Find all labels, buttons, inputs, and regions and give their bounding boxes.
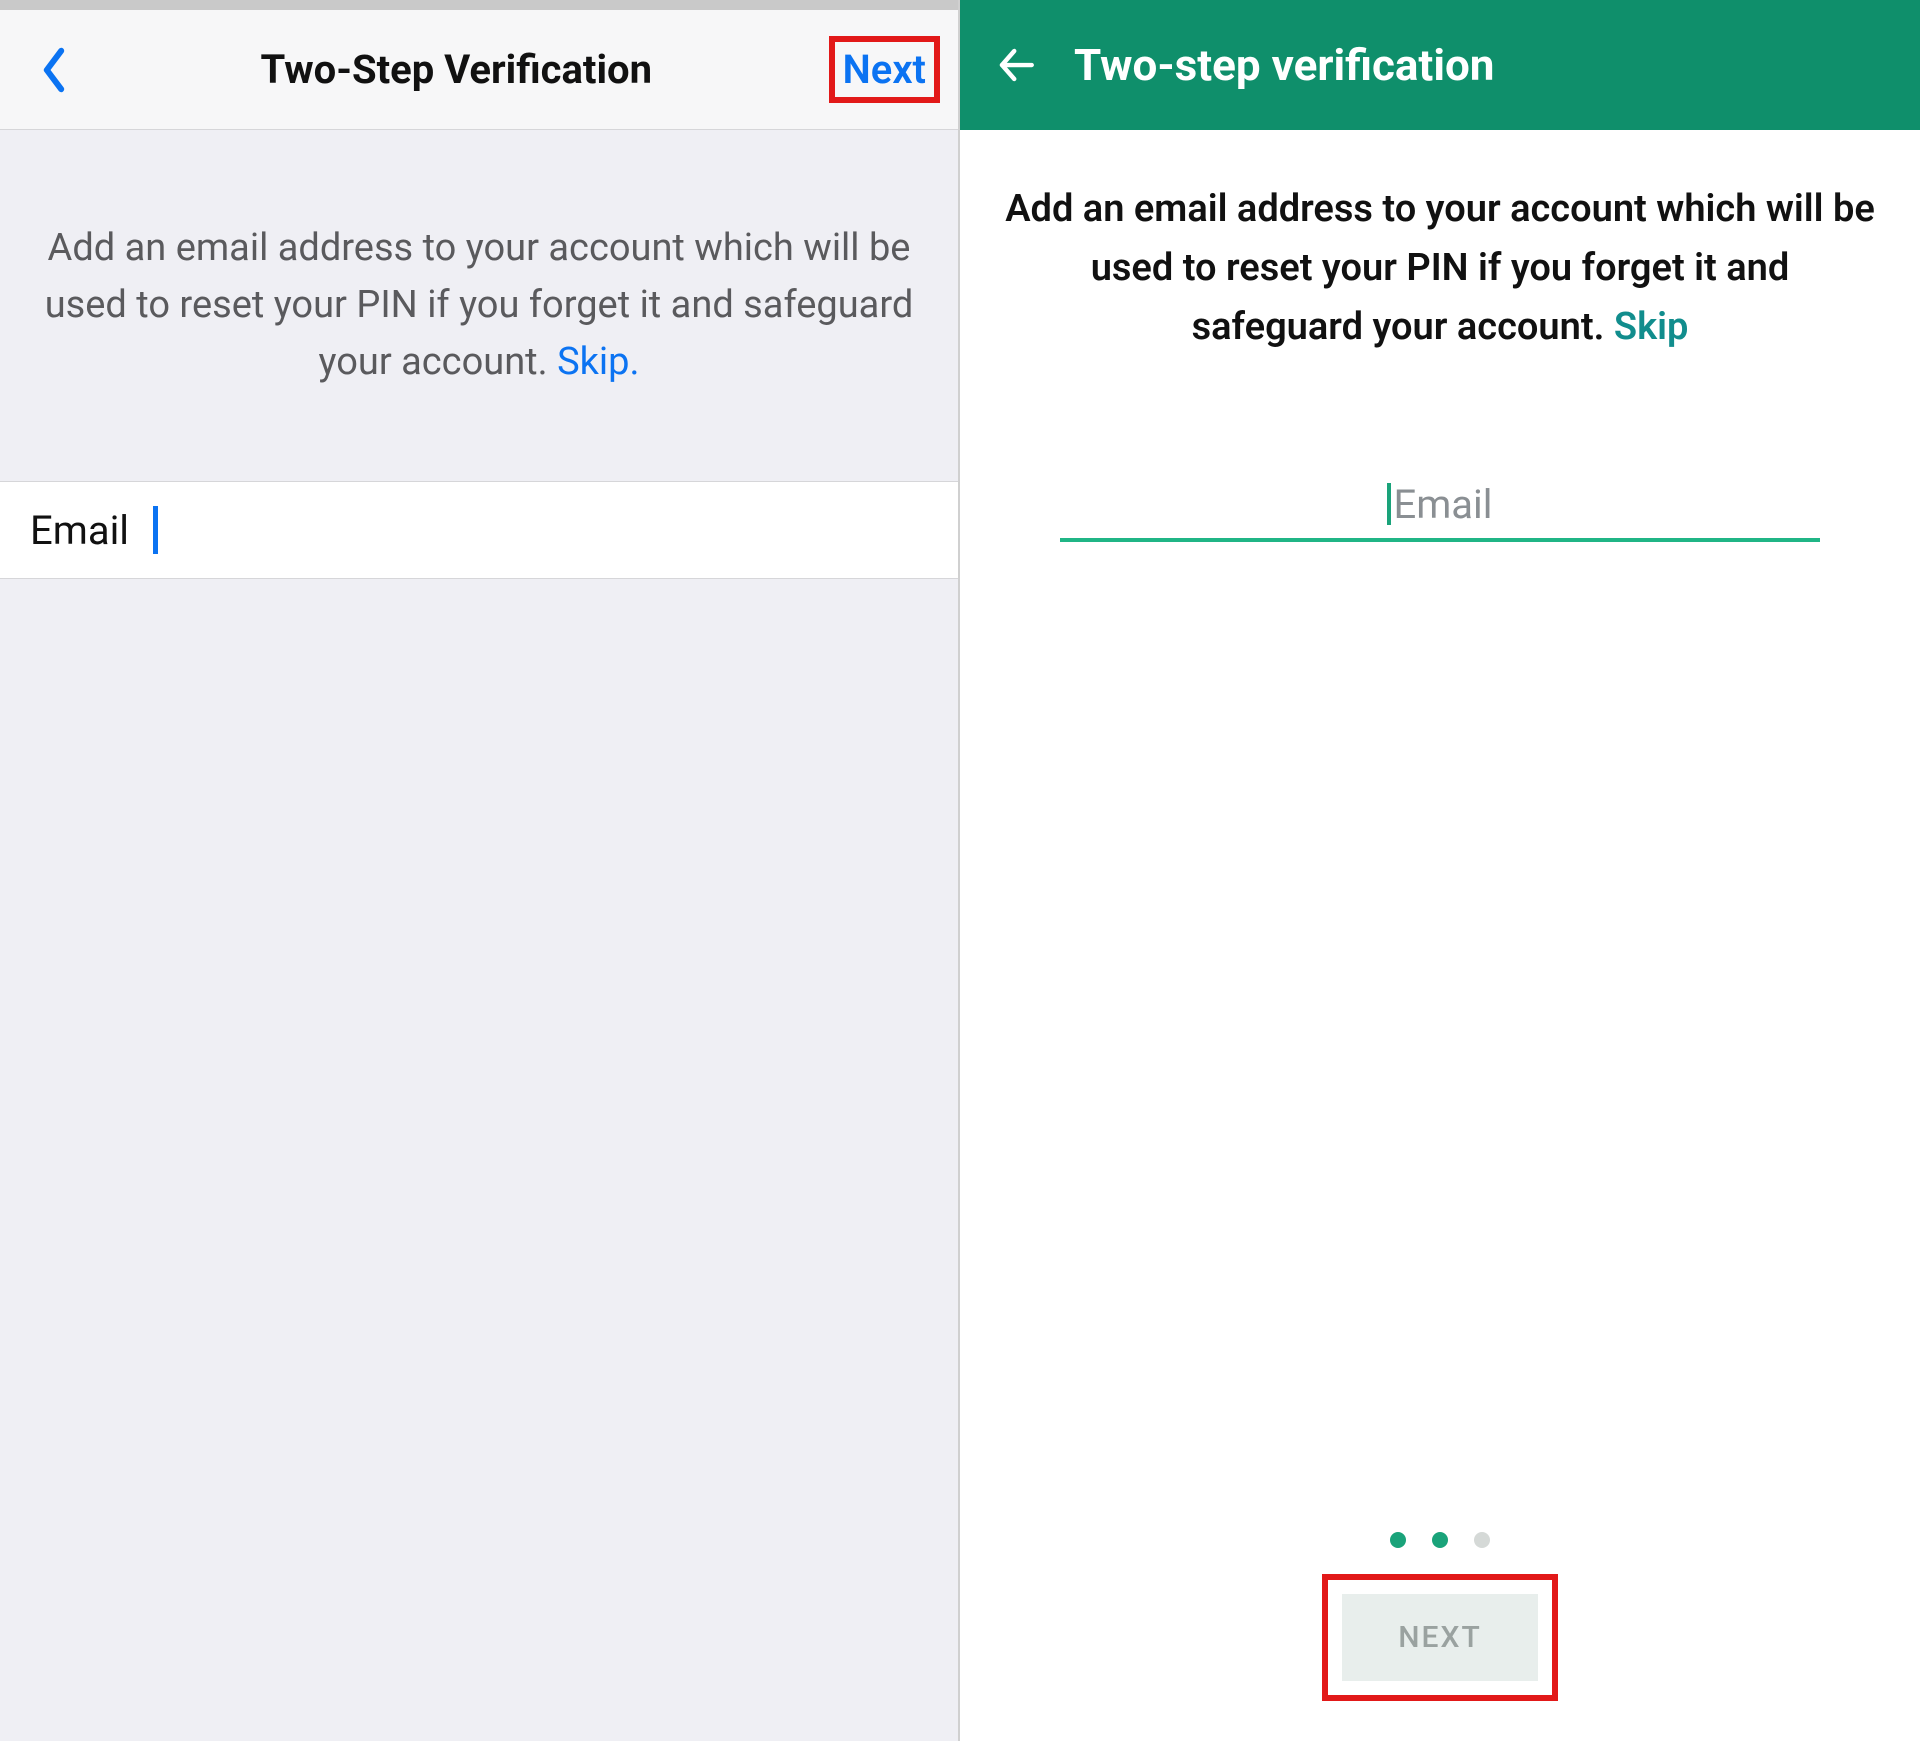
- page-title: Two-step verification: [1074, 39, 1494, 91]
- email-field[interactable]: Email: [1060, 477, 1820, 542]
- chevron-left-icon: [37, 46, 71, 94]
- text-cursor-icon: [153, 506, 158, 554]
- android-body: Add an email address to your account whi…: [960, 130, 1920, 1741]
- ios-screen: Two-Step Verification Next Add an email …: [0, 0, 960, 1741]
- android-app-bar: Two-step verification: [960, 0, 1920, 130]
- pager-dot: [1390, 1532, 1406, 1548]
- back-button[interactable]: [24, 40, 84, 100]
- description-text: Add an email address to your account whi…: [1005, 180, 1875, 357]
- ios-empty-area: [0, 579, 958, 1741]
- highlight-box: NEXT: [1322, 1574, 1557, 1701]
- pager-dot: [1432, 1532, 1448, 1548]
- description-area: Add an email address to your account whi…: [0, 130, 958, 481]
- next-button[interactable]: NEXT: [1342, 1594, 1537, 1681]
- android-screen: Two-step verification Add an email addre…: [960, 0, 1920, 1741]
- pager-dots: [1390, 1532, 1490, 1548]
- arrow-left-icon: [995, 44, 1037, 86]
- description-text: Add an email address to your account whi…: [40, 220, 918, 391]
- description-body: Add an email address to your account whi…: [1005, 187, 1875, 349]
- ios-status-bar-spacer: [0, 0, 958, 10]
- back-button[interactable]: [988, 37, 1044, 93]
- skip-link[interactable]: Skip: [1614, 305, 1689, 349]
- email-label: Email: [30, 507, 129, 554]
- highlight-box: Next: [829, 36, 941, 103]
- next-button[interactable]: Next: [843, 46, 927, 93]
- email-field-row[interactable]: Email: [0, 481, 958, 579]
- skip-link[interactable]: Skip.: [557, 340, 639, 384]
- ios-nav-bar: Two-Step Verification Next: [0, 10, 958, 130]
- pager-dot: [1474, 1532, 1490, 1548]
- page-title: Two-Step Verification: [84, 46, 829, 93]
- android-footer: NEXT: [960, 1532, 1920, 1701]
- email-input[interactable]: [182, 508, 928, 553]
- description-body: Add an email address to your account whi…: [45, 226, 914, 384]
